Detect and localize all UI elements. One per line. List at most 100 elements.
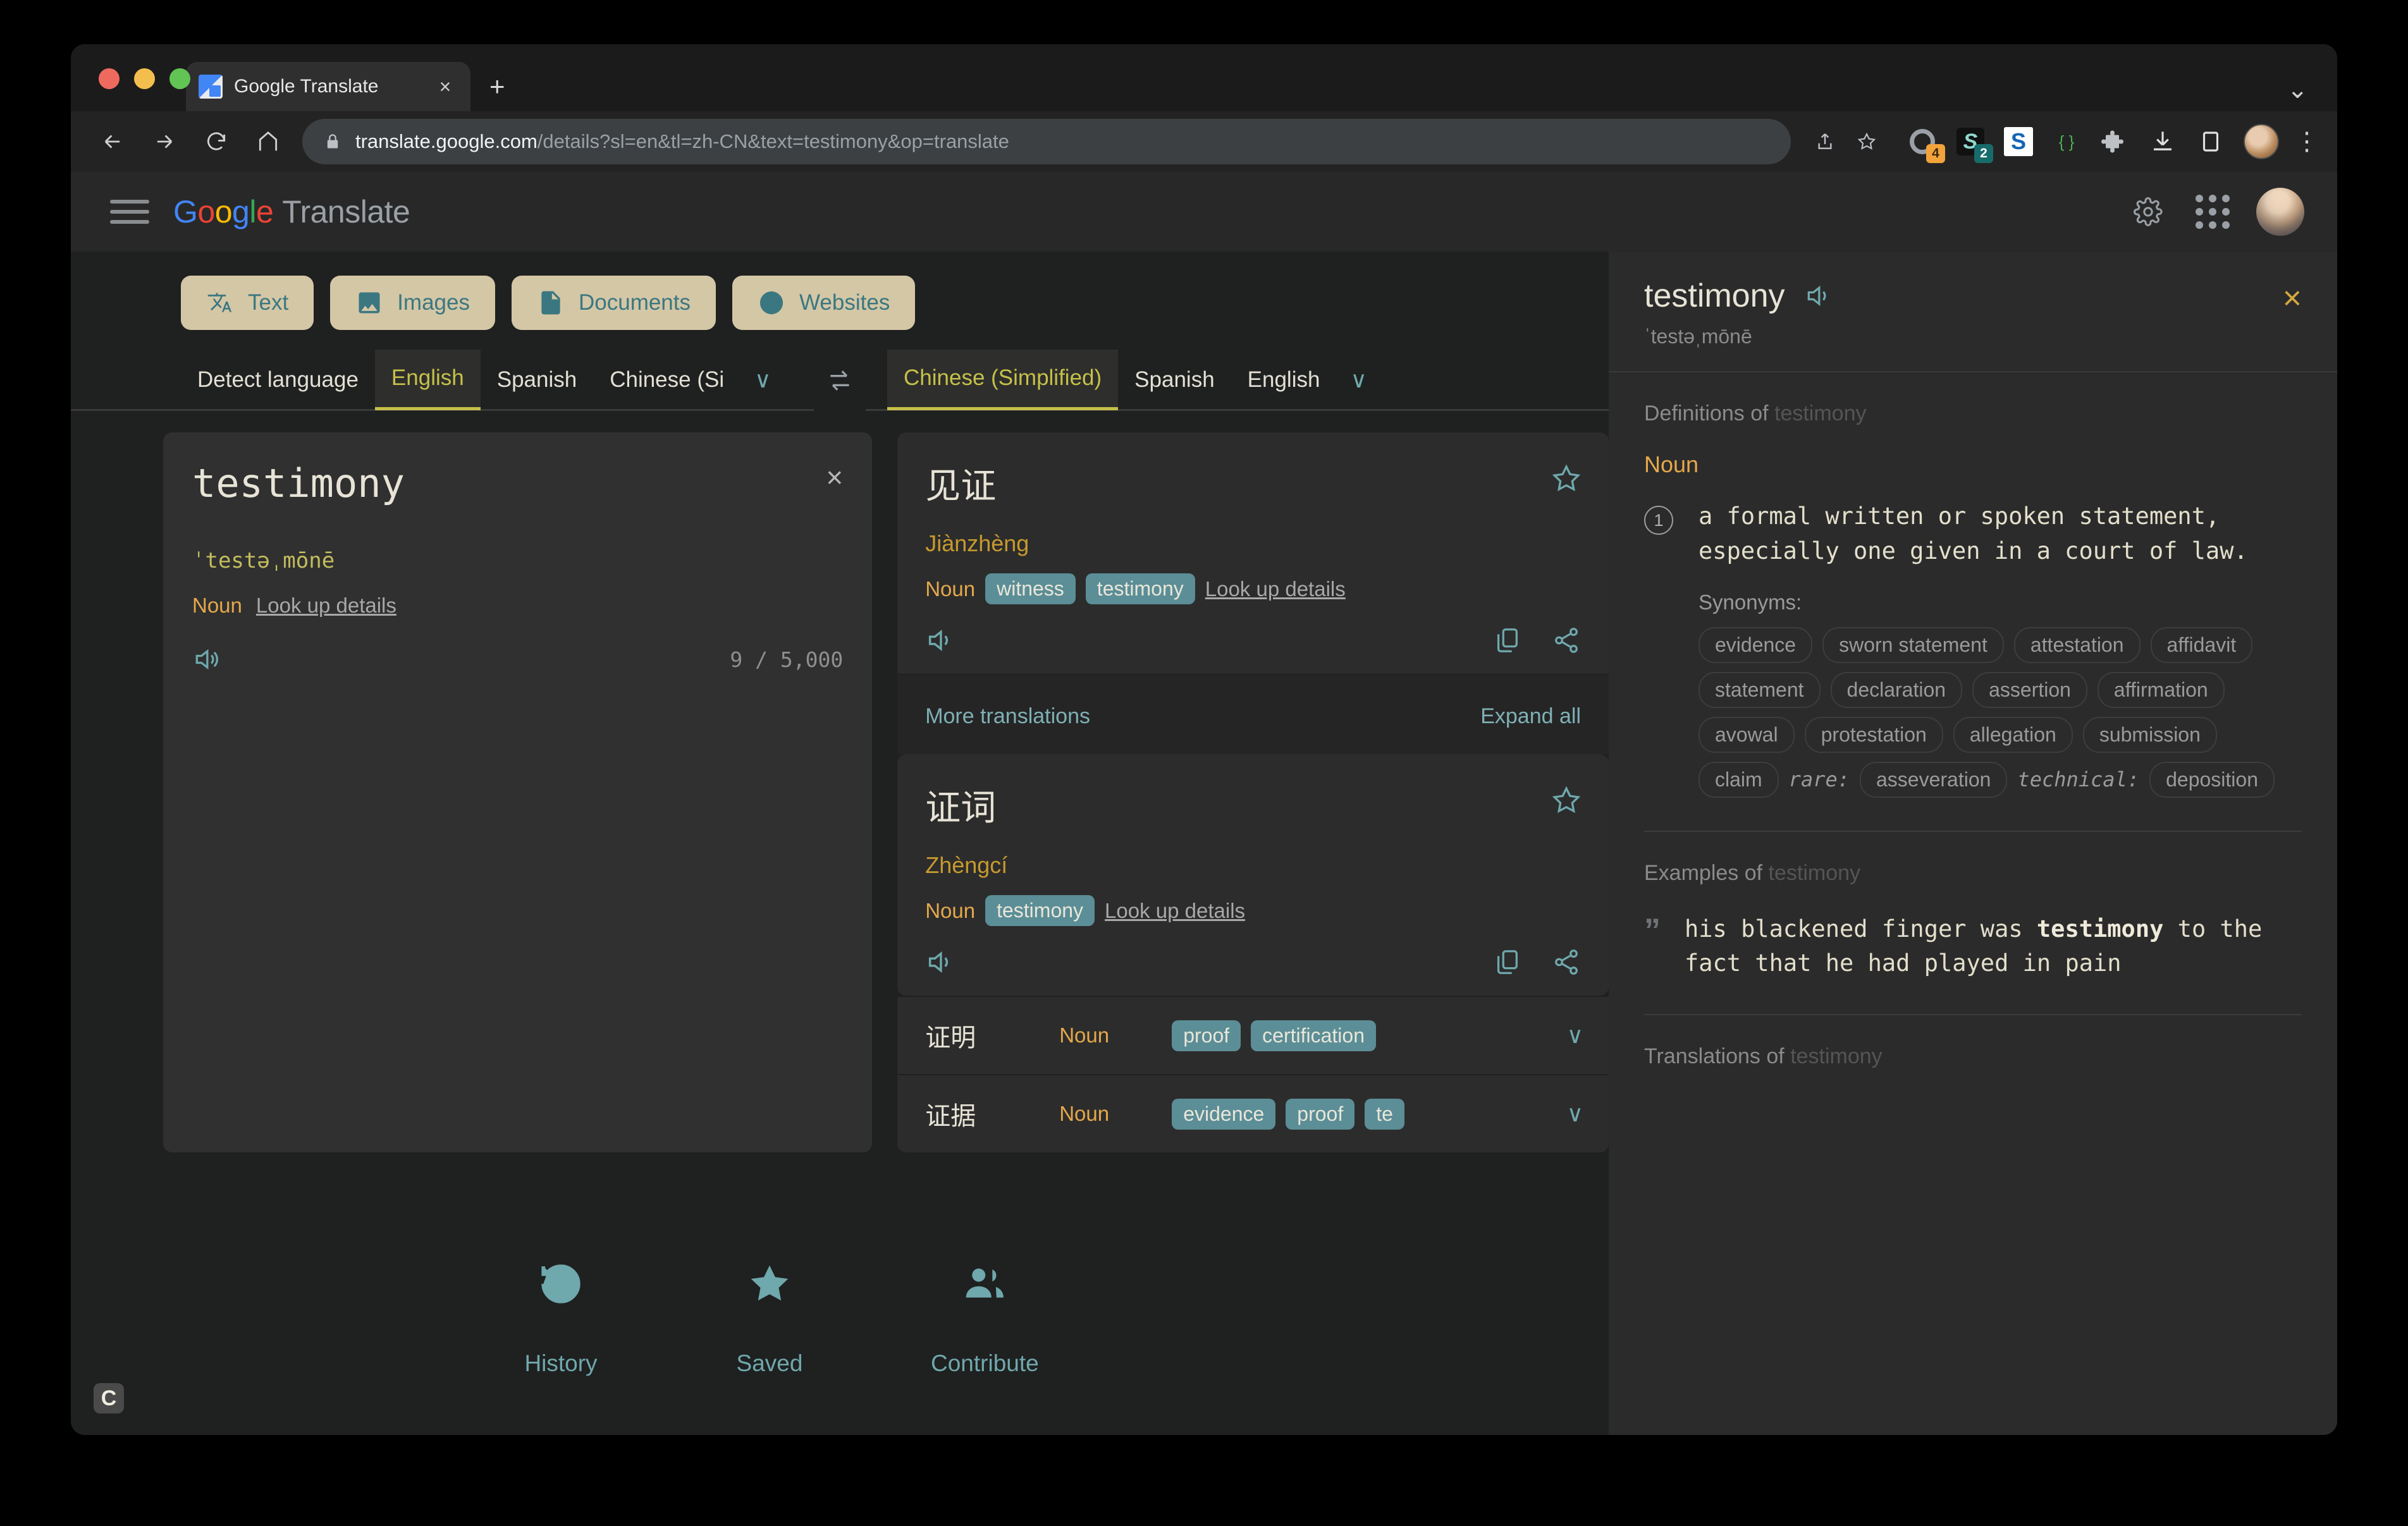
- source-lang-english[interactable]: English: [375, 350, 481, 410]
- source-speaker-icon[interactable]: [192, 645, 220, 673]
- circle-extension-icon[interactable]: 4: [1903, 123, 1941, 161]
- synonym-chip[interactable]: evidence: [1698, 627, 1812, 663]
- synonym-chip[interactable]: avowal: [1698, 717, 1795, 753]
- details-part-of-speech: Noun: [1644, 451, 2302, 478]
- tab-websites[interactable]: Websites: [732, 276, 915, 330]
- close-window-button[interactable]: [99, 68, 120, 89]
- synonym-chip[interactable]: protestation: [1805, 717, 1943, 753]
- chevron-down-icon[interactable]: ∨: [1567, 1101, 1583, 1127]
- nav-saved[interactable]: Saved: [722, 1236, 817, 1377]
- back-button[interactable]: [90, 119, 135, 164]
- downloads-icon[interactable]: [2144, 123, 2182, 161]
- copy-icon[interactable]: [1492, 626, 1521, 655]
- synonym-chip[interactable]: assertion: [1972, 672, 2087, 708]
- s-blue-extension-icon[interactable]: S: [2000, 123, 2037, 161]
- tab-images[interactable]: Images: [330, 276, 495, 330]
- corner-badge[interactable]: C: [94, 1383, 124, 1413]
- expand-all-button[interactable]: Expand all: [1480, 704, 1581, 729]
- synonym-chip[interactable]: asseveration: [1860, 762, 2007, 798]
- image-icon: [355, 289, 383, 317]
- nav-label: Saved: [737, 1350, 803, 1377]
- synonym-chip[interactable]: submission: [2083, 717, 2217, 753]
- s-dark-extension-icon[interactable]: S 2: [1951, 123, 1989, 161]
- puzzle-extension-icon[interactable]: [2096, 123, 2134, 161]
- source-lang-chinese[interactable]: Chinese (Si: [593, 350, 740, 410]
- secondary-lookup-details-link[interactable]: Look up details: [1105, 899, 1245, 923]
- table-row[interactable]: 证据 Noun evidence proof te ∨: [897, 1074, 1609, 1152]
- chevron-down-icon[interactable]: ⌄: [2287, 77, 2308, 102]
- chevron-down-icon[interactable]: ∨: [1567, 1022, 1583, 1049]
- swap-languages-icon[interactable]: [814, 350, 866, 411]
- apps-grid-icon[interactable]: [2188, 187, 2237, 236]
- nav-contribute[interactable]: Contribute: [931, 1236, 1039, 1377]
- google-translate-favicon-icon: [199, 75, 223, 99]
- synonym-chip[interactable]: claim: [1698, 762, 1779, 798]
- profile-avatar[interactable]: [2244, 124, 2279, 159]
- clear-source-button[interactable]: ×: [826, 463, 843, 492]
- synonym-register-label: technical:: [2017, 767, 2139, 791]
- home-button[interactable]: [245, 119, 291, 164]
- source-text-input[interactable]: testimony: [192, 460, 843, 506]
- browser-tab[interactable]: Google Translate ×: [186, 62, 470, 111]
- translation-chip[interactable]: proof: [1286, 1099, 1354, 1130]
- synonym-chip[interactable]: declaration: [1831, 672, 1963, 708]
- translation-chip[interactable]: testimony: [985, 895, 1095, 926]
- primary-speaker-icon[interactable]: [925, 626, 954, 655]
- target-lang-chinese[interactable]: Chinese (Simplified): [887, 350, 1118, 410]
- synonym-chip[interactable]: statement: [1698, 672, 1821, 708]
- section-divider: [1644, 831, 2302, 832]
- quote-icon: ”: [1644, 916, 1661, 982]
- nav-history[interactable]: History: [513, 1236, 608, 1377]
- source-lang-spanish[interactable]: Spanish: [481, 350, 593, 410]
- side-panel-icon[interactable]: [2192, 123, 2230, 161]
- table-row[interactable]: 证明 Noun proof certification ∨: [897, 996, 1609, 1074]
- translation-chip[interactable]: witness: [985, 573, 1076, 604]
- synonym-chip[interactable]: attestation: [2014, 627, 2141, 663]
- new-tab-button[interactable]: +: [489, 73, 505, 100]
- share-icon[interactable]: [1552, 626, 1581, 655]
- bookmark-star-icon[interactable]: [1848, 123, 1886, 161]
- synonym-chip[interactable]: allegation: [1953, 717, 2073, 753]
- details-speaker-icon[interactable]: [1804, 282, 1832, 310]
- share-icon[interactable]: [1552, 948, 1581, 977]
- translation-chip[interactable]: te: [1365, 1099, 1404, 1130]
- share-icon[interactable]: [1806, 123, 1844, 161]
- translation-chip[interactable]: testimony: [1086, 573, 1195, 604]
- browser-menu-button[interactable]: ⋮: [2294, 129, 2319, 154]
- source-lookup-details-link[interactable]: Look up details: [256, 594, 396, 618]
- code-cursor-extension-icon[interactable]: { }: [2048, 123, 2086, 161]
- reload-button[interactable]: [194, 119, 239, 164]
- source-lang-detect[interactable]: Detect language: [181, 350, 375, 410]
- primary-part-of-speech: Noun: [925, 577, 975, 601]
- save-translation-star-icon[interactable]: [1551, 463, 1582, 497]
- close-tab-button[interactable]: ×: [433, 76, 458, 97]
- source-lang-chevron-down-icon[interactable]: ∨: [740, 350, 785, 410]
- account-avatar[interactable]: [2256, 188, 2304, 236]
- synonym-chip[interactable]: affidavit: [2151, 627, 2253, 663]
- copy-icon[interactable]: [1492, 948, 1521, 977]
- close-details-panel-button[interactable]: ×: [2283, 282, 2302, 315]
- more-translations-label[interactable]: More translations: [925, 704, 1090, 729]
- target-lang-chevron-down-icon[interactable]: ∨: [1336, 350, 1380, 410]
- maximize-window-button[interactable]: [169, 68, 190, 89]
- synonym-chip[interactable]: deposition: [2149, 762, 2275, 798]
- save-translation-star-icon[interactable]: [1551, 784, 1582, 819]
- target-lang-english[interactable]: English: [1231, 350, 1337, 410]
- gear-icon[interactable]: [2123, 187, 2173, 236]
- translation-chip[interactable]: certification: [1251, 1020, 1376, 1051]
- minimize-window-button[interactable]: [134, 68, 155, 89]
- hamburger-menu-icon[interactable]: [110, 200, 149, 224]
- target-lang-spanish[interactable]: Spanish: [1118, 350, 1231, 410]
- primary-lookup-details-link[interactable]: Look up details: [1205, 577, 1346, 601]
- translation-chip[interactable]: proof: [1172, 1020, 1241, 1051]
- secondary-speaker-icon[interactable]: [925, 948, 954, 977]
- synonym-chip[interactable]: sworn statement: [1822, 627, 2004, 663]
- tab-documents[interactable]: Documents: [512, 276, 716, 330]
- tab-text[interactable]: Text: [181, 276, 314, 330]
- forward-button[interactable]: [142, 119, 187, 164]
- source-text-panel[interactable]: testimony × ˈtestəˌmōnē Noun Look up det…: [163, 432, 872, 1152]
- translation-chip[interactable]: evidence: [1172, 1099, 1275, 1130]
- synonym-chip[interactable]: affirmation: [2098, 672, 2225, 708]
- url-bar[interactable]: translate.google.com/details?sl=en&tl=zh…: [302, 119, 1791, 164]
- primary-translation-card: 见证 Jiànzhèng Noun witness testimony Look…: [897, 432, 1609, 675]
